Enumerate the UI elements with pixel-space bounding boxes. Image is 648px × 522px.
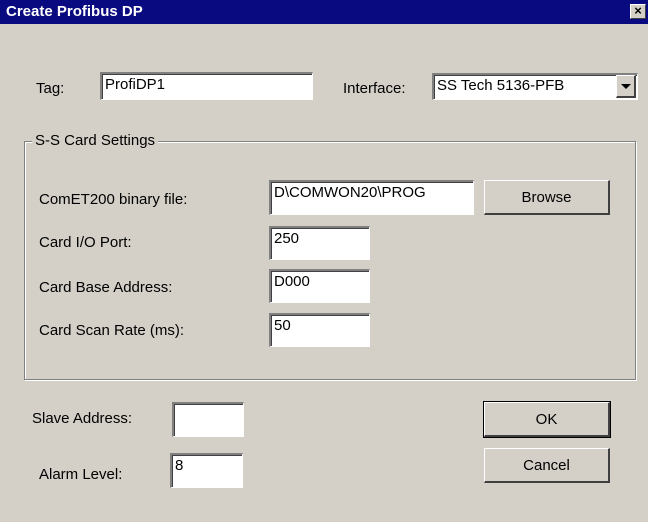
ok-button[interactable]: OK (483, 401, 611, 438)
slave-address-input[interactable] (172, 402, 244, 437)
tag-input[interactable]: ProfiDP1 (100, 72, 313, 100)
card-settings-title: S-S Card Settings (32, 132, 159, 150)
window-title: Create Profibus DP (6, 3, 143, 20)
interface-select[interactable]: SS Tech 5136-PFB (432, 73, 638, 100)
cancel-button[interactable]: Cancel (484, 448, 610, 483)
alarm-level-input[interactable]: 8 (170, 453, 243, 488)
close-icon[interactable]: × (630, 4, 646, 19)
interface-label: Interface: (343, 80, 406, 97)
chevron-down-icon[interactable] (616, 75, 636, 98)
scan-rate-input[interactable]: 50 (269, 313, 370, 347)
io-port-label: Card I/O Port: (39, 234, 132, 251)
base-address-input[interactable]: D000 (269, 269, 370, 303)
scan-rate-label: Card Scan Rate (ms): (39, 322, 185, 339)
tag-label: Tag: (36, 80, 65, 97)
comet-file-label: ComET200 binary file: (39, 191, 188, 208)
slave-address-label: Slave Address: (32, 410, 133, 427)
title-bar[interactable]: Create Profibus DP × (0, 0, 648, 24)
create-profibus-dialog: Create Profibus DP × Tag: ProfiDP1 Inter… (0, 0, 648, 522)
browse-button[interactable]: Browse (484, 180, 610, 215)
alarm-level-label: Alarm Level: (39, 466, 123, 483)
io-port-input[interactable]: 250 (269, 226, 370, 260)
base-address-label: Card Base Address: (39, 279, 173, 296)
comet-file-input[interactable]: D\COMWON20\PROG (269, 180, 474, 215)
